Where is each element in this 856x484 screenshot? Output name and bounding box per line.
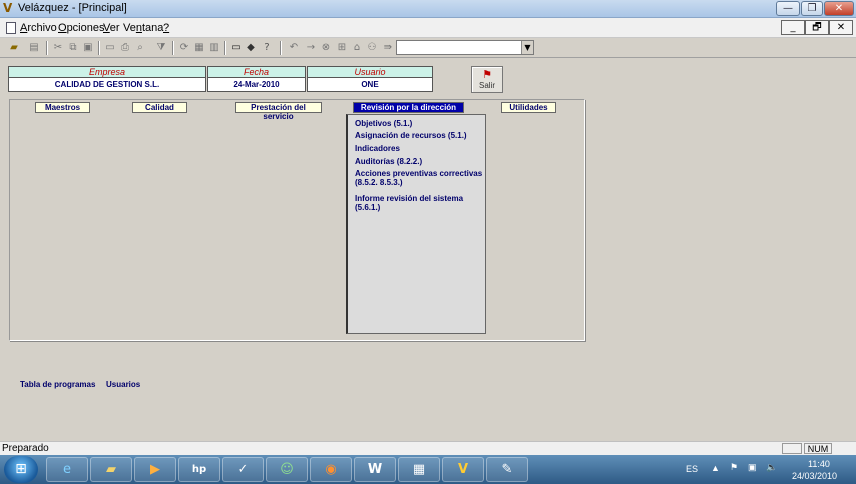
- minimize-button[interactable]: —: [776, 1, 800, 16]
- help-icon[interactable]: ?: [261, 42, 273, 54]
- exit-icon: ⚑: [482, 68, 492, 81]
- velazquez-logo-icon: V: [3, 1, 13, 15]
- tab-prestacion-servicio[interactable]: Prestación del servicio: [235, 102, 322, 121]
- fecha-label: Fecha: [207, 66, 306, 78]
- group-icon[interactable]: ⚇: [366, 42, 378, 54]
- title-bar: V Velázquez - [Principal] — ❐ ✕: [0, 0, 856, 18]
- acciones-label-line2: (8.5.2. 8.5.3.): [355, 178, 403, 187]
- submenu-item-auditorias[interactable]: Auditorías (8.2.2.): [355, 157, 422, 166]
- media-player-icon[interactable]: ▶: [134, 457, 176, 482]
- status-pane: [782, 443, 802, 454]
- form-icon[interactable]: ▭: [104, 42, 116, 54]
- tree-icon[interactable]: ⊞: [336, 42, 348, 54]
- toolbar: ▰ ▤ ✂ ⧉ ▣ ▭ ⎙ ⌕ ⧩ ⟳ ▦ ▥ ▭ ◆ ? ↶ → ⊗ ⊞ ⌂ …: [0, 38, 856, 58]
- open-icon[interactable]: ▰: [8, 42, 20, 54]
- submenu-item-acciones-preventivas[interactable]: Acciones preventivas correctivas (8.5.2.…: [355, 169, 482, 187]
- paint-icon[interactable]: ✎: [486, 457, 528, 482]
- tab-utilidades[interactable]: Utilidades: [501, 102, 556, 113]
- tabla-programas-link[interactable]: Tabla de programas: [20, 380, 95, 389]
- salir-label: Salir: [478, 81, 495, 90]
- close-button[interactable]: ✕: [824, 1, 854, 16]
- report-icon[interactable]: ▦: [193, 42, 205, 54]
- volume-icon[interactable]: 🔈: [766, 462, 777, 473]
- menu-help[interactable]: ?: [163, 22, 169, 34]
- clock-date[interactable]: 24/03/2010: [792, 471, 837, 481]
- toolbar-separator: [98, 41, 100, 55]
- menu-ventana[interactable]: Ventana: [123, 22, 163, 34]
- undo-icon[interactable]: ↶: [288, 42, 300, 54]
- menu-archivo[interactable]: Archivo: [20, 22, 57, 34]
- refresh-icon[interactable]: ⟳: [178, 42, 190, 54]
- status-text: Preparado: [2, 443, 49, 454]
- run-icon[interactable]: ⇛: [382, 42, 394, 54]
- toolbar-separator: [280, 41, 282, 55]
- submenu-item-informe-revision[interactable]: Informe revisión del sistema (5.6.1.): [355, 194, 485, 212]
- word-icon[interactable]: W: [354, 457, 396, 482]
- window-title: Velázquez - [Principal]: [18, 2, 127, 14]
- restore-button[interactable]: ❐: [801, 1, 823, 16]
- tab-maestros[interactable]: Maestros: [35, 102, 90, 113]
- action-center-icon[interactable]: ⚑: [730, 462, 738, 473]
- grid-icon[interactable]: ▥: [208, 42, 220, 54]
- chevron-down-icon[interactable]: ▼: [521, 41, 533, 54]
- messenger-icon[interactable]: ☺: [266, 457, 308, 482]
- firefox-icon[interactable]: ◉: [310, 457, 352, 482]
- ie-icon[interactable]: e: [46, 457, 88, 482]
- filter-icon[interactable]: ⧩: [155, 42, 167, 54]
- language-indicator[interactable]: ES: [686, 464, 698, 474]
- find-icon[interactable]: ⌕: [134, 42, 146, 54]
- empresa-label: Empresa: [8, 66, 206, 78]
- windows-logo-icon: ⊞: [15, 461, 27, 477]
- start-button[interactable]: ⊞: [4, 456, 38, 483]
- revision-submenu: Objetivos (5.1.) Asignación de recursos …: [346, 114, 486, 334]
- salir-button[interactable]: ⚑ Salir: [471, 66, 503, 93]
- empresa-value: CALIDAD DE GESTION S.L.: [8, 78, 206, 92]
- tab-revision-direccion[interactable]: Revisión por la dirección: [353, 102, 464, 113]
- monitor-app-icon[interactable]: ✓: [222, 457, 264, 482]
- paste-icon[interactable]: ▣: [82, 42, 94, 54]
- fecha-value: 24-Mar-2010: [207, 78, 306, 92]
- preview-icon[interactable]: ▤: [28, 42, 40, 54]
- usuario-label: Usuario: [307, 66, 433, 78]
- toolbar-separator: [172, 41, 174, 55]
- mdi-close-button[interactable]: ✕: [829, 20, 853, 35]
- acciones-label: Acciones preventivas correctivas: [355, 169, 483, 178]
- redo-icon[interactable]: →: [305, 42, 317, 54]
- num-lock-indicator: NUM: [804, 443, 832, 454]
- tray-expand-icon[interactable]: ▲: [711, 463, 720, 473]
- copy-icon[interactable]: ⧉: [67, 42, 79, 54]
- menu-ver[interactable]: Ver: [103, 22, 120, 34]
- menu-bar: Archivo Opciones Ver Ventana ? _ 🗗 ✕: [0, 18, 856, 38]
- toolbar-separator: [46, 41, 48, 55]
- main-panel: [9, 99, 585, 341]
- mdi-minimize-button[interactable]: _: [781, 20, 805, 35]
- stop-icon[interactable]: ⊗: [320, 42, 332, 54]
- usuarios-link[interactable]: Usuarios: [106, 380, 140, 389]
- cut-icon[interactable]: ✂: [52, 42, 64, 54]
- document-icon[interactable]: [6, 22, 16, 34]
- hp-icon[interactable]: hp: [178, 457, 220, 482]
- status-bar: Preparado NUM: [0, 441, 856, 455]
- print-icon[interactable]: ⎙: [119, 42, 131, 54]
- usuario-value: ONE: [307, 78, 433, 92]
- velazquez-icon[interactable]: V: [442, 457, 484, 482]
- menu-opciones[interactable]: Opciones: [58, 22, 104, 34]
- submenu-item-objetivos[interactable]: Objetivos (5.1.): [355, 119, 412, 128]
- diamond-icon[interactable]: ◆: [245, 42, 257, 54]
- toolbar-combobox[interactable]: ▼: [396, 40, 534, 55]
- calculator-icon[interactable]: ▦: [398, 457, 440, 482]
- clock-time[interactable]: 11:40: [808, 459, 830, 469]
- submenu-item-indicadores[interactable]: Indicadores: [355, 144, 400, 153]
- explorer-icon[interactable]: ▰: [90, 457, 132, 482]
- network-icon[interactable]: ▣: [748, 462, 757, 473]
- mdi-restore-button[interactable]: 🗗: [805, 20, 829, 35]
- taskbar: ⊞ e ▰ ▶ hp ✓ ☺ ◉ W ▦ V ✎ ES ▲ ⚑ ▣ 🔈: [0, 455, 856, 484]
- submenu-item-asignacion-recursos[interactable]: Asignación de recursos (5.1.): [355, 131, 467, 140]
- toolbar-separator: [224, 41, 226, 55]
- monitor-icon[interactable]: ▭: [230, 42, 242, 54]
- tab-calidad[interactable]: Calidad: [132, 102, 187, 113]
- home-icon[interactable]: ⌂: [351, 42, 363, 54]
